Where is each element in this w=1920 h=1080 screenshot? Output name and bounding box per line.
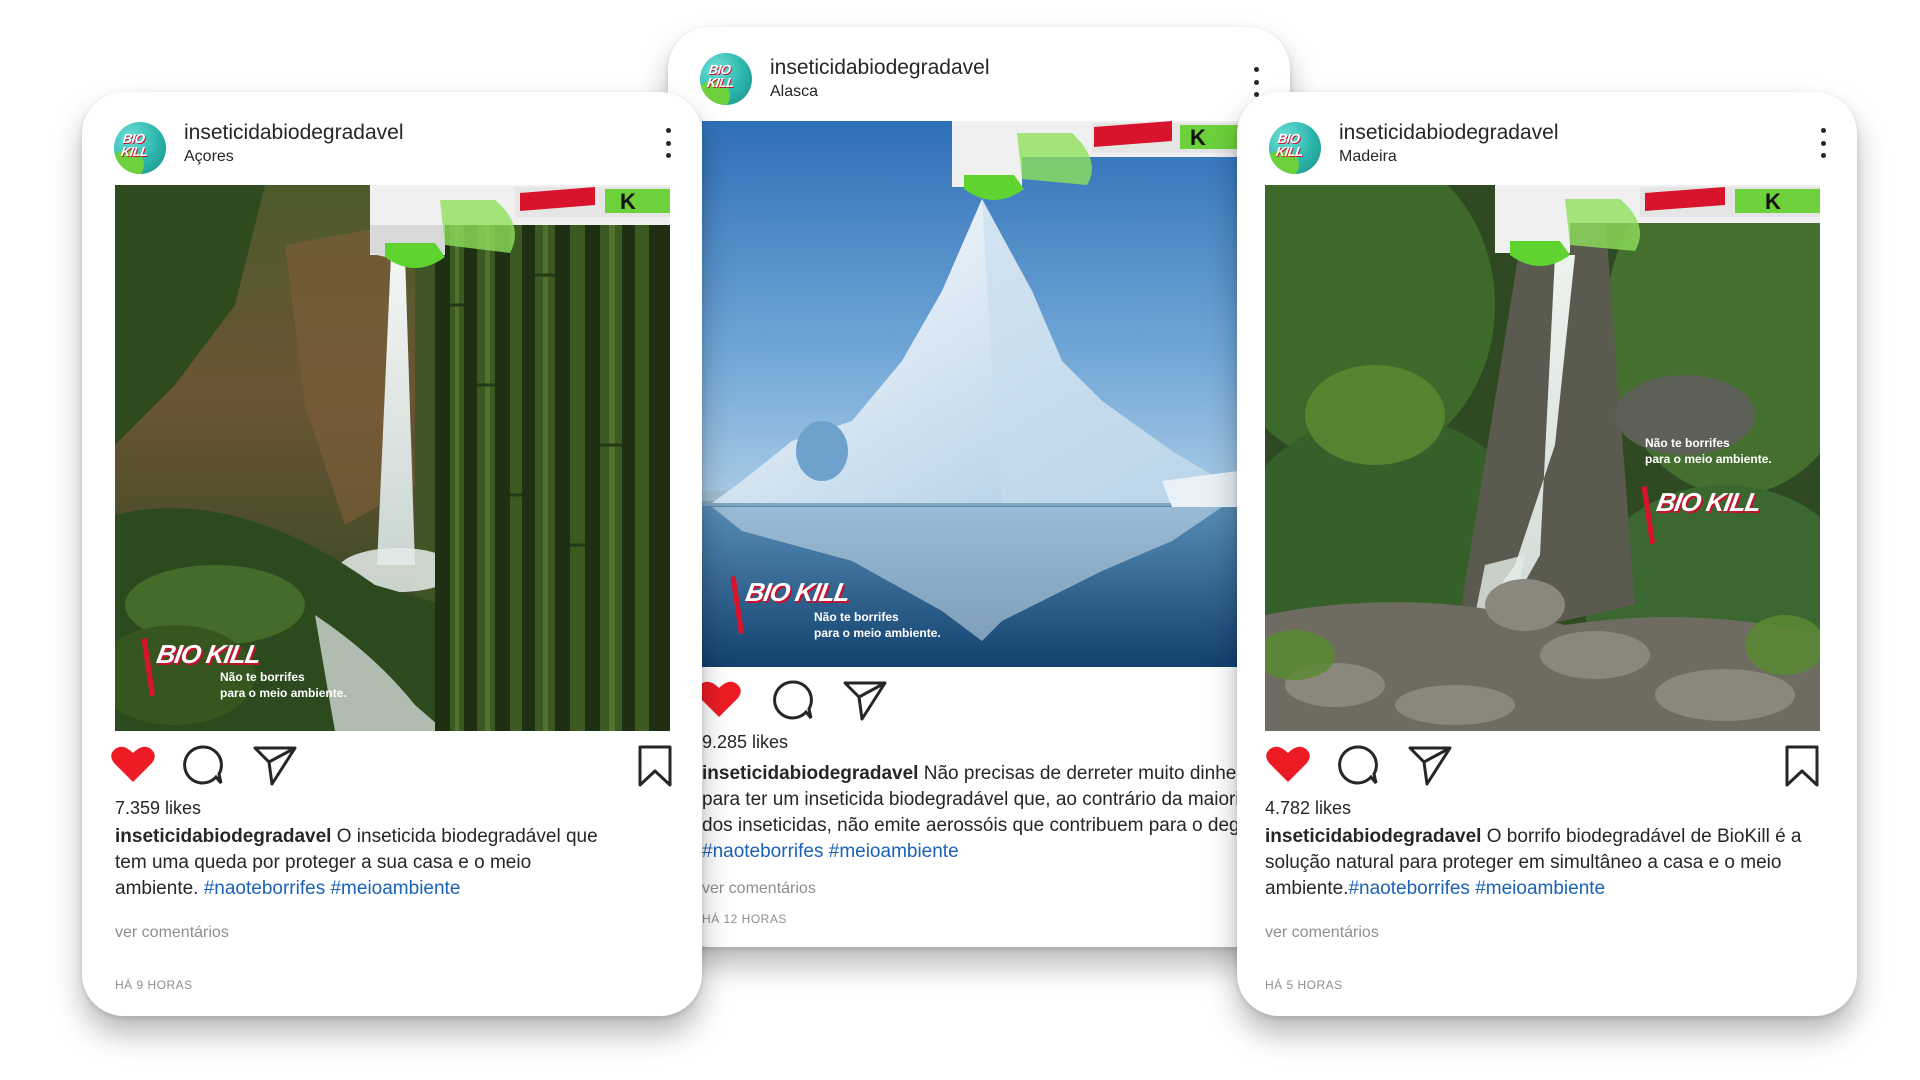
location[interactable]: Alasca	[770, 83, 818, 101]
caption-username[interactable]: inseticidabiodegradavel	[1265, 826, 1481, 847]
comment-icon[interactable]	[1337, 744, 1379, 786]
post-caption: inseticidabiodegradavel O inseticida bio…	[115, 824, 615, 902]
view-comments-link[interactable]: ver comentários	[1265, 924, 1379, 942]
ad-overlay-text: Não te borrifes para o meio ambiente.	[220, 670, 347, 700]
action-bar	[110, 744, 674, 788]
action-bar	[1265, 744, 1829, 788]
likes-count[interactable]: 9.285 likes	[702, 732, 788, 753]
post-card-acores: BIO KILL inseticidabiodegradavel Açores	[82, 92, 702, 1016]
biokill-logo: BIO KILL	[154, 639, 263, 669]
send-icon[interactable]	[252, 744, 298, 786]
location[interactable]: Madeira	[1339, 148, 1397, 166]
post-image-waterfall-bamboo[interactable]: K BIO KILL Não te borrifes para o meio a…	[115, 185, 670, 731]
biokill-logo: BIO KILL	[1654, 487, 1763, 517]
ad-overlay-text: Não te borrifes para o meio ambiente.	[1645, 436, 1772, 466]
post-header: BIO KILL inseticidabiodegradavel Madeira	[1237, 92, 1857, 196]
avatar[interactable]: BIO KILL	[114, 122, 166, 174]
post-image-iceberg[interactable]: K BIO KILL Não te borrifes para o meio a…	[702, 121, 1238, 667]
username[interactable]: inseticidabiodegradavel	[770, 56, 990, 80]
location[interactable]: Açores	[184, 148, 234, 166]
action-bar	[697, 679, 1290, 723]
send-icon[interactable]	[842, 679, 888, 721]
svg-text:K: K	[1765, 189, 1781, 214]
bookmark-icon[interactable]	[636, 744, 674, 788]
heart-icon[interactable]	[110, 744, 156, 784]
caption-username[interactable]: inseticidabiodegradavel	[702, 763, 918, 784]
caption-hashtags[interactable]: #naoteborrifes #meioambiente	[204, 878, 461, 899]
username[interactable]: inseticidabiodegradavel	[184, 121, 404, 145]
post-timestamp: HÁ 12 HORAS	[702, 912, 787, 926]
post-header: BIO KILL inseticidabiodegradavel Alasca	[668, 27, 1290, 131]
caption-hashtags[interactable]: #naoteborrifes #meioambiente	[1348, 878, 1605, 899]
send-icon[interactable]	[1407, 744, 1453, 786]
likes-count[interactable]: 7.359 likes	[115, 798, 201, 819]
more-options-icon[interactable]	[664, 128, 672, 158]
view-comments-link[interactable]: ver comentários	[702, 880, 816, 898]
post-card-alasca: BIO KILL inseticidabiodegradavel Alasca	[668, 27, 1290, 947]
biokill-logo: BIO KILL	[743, 577, 852, 607]
username[interactable]: inseticidabiodegradavel	[1339, 121, 1559, 145]
post-timestamp: HÁ 5 HORAS	[1265, 978, 1343, 992]
bookmark-icon[interactable]	[1783, 744, 1821, 788]
avatar[interactable]: BIO KILL	[700, 53, 752, 105]
more-options-icon[interactable]	[1819, 128, 1827, 158]
caption-hashtags[interactable]: #naoteborrifes #meioambiente	[702, 841, 959, 862]
heart-icon[interactable]	[696, 679, 742, 719]
svg-text:K: K	[1190, 125, 1206, 150]
post-image-forest-waterfall[interactable]: K Não te borrifes para o meio ambiente. …	[1265, 185, 1820, 731]
ad-overlay-text: Não te borrifes para o meio ambiente.	[814, 610, 941, 640]
caption-username[interactable]: inseticidabiodegradavel	[115, 826, 331, 847]
post-timestamp: HÁ 9 HORAS	[115, 978, 193, 992]
post-card-madeira: BIO KILL inseticidabiodegradavel Madeira	[1237, 92, 1857, 1016]
view-comments-link[interactable]: ver comentários	[115, 924, 229, 942]
heart-icon[interactable]	[1265, 744, 1311, 784]
post-caption: inseticidabiodegradavel O borrifo biodeg…	[1265, 824, 1831, 902]
comment-icon[interactable]	[772, 679, 814, 721]
svg-text:K: K	[620, 189, 636, 214]
comment-icon[interactable]	[182, 744, 224, 786]
post-header: BIO KILL inseticidabiodegradavel Açores	[82, 92, 702, 196]
likes-count[interactable]: 4.782 likes	[1265, 798, 1351, 819]
post-caption: inseticidabiodegradavel Não precisas de …	[702, 761, 1282, 865]
avatar[interactable]: BIO KILL	[1269, 122, 1321, 174]
